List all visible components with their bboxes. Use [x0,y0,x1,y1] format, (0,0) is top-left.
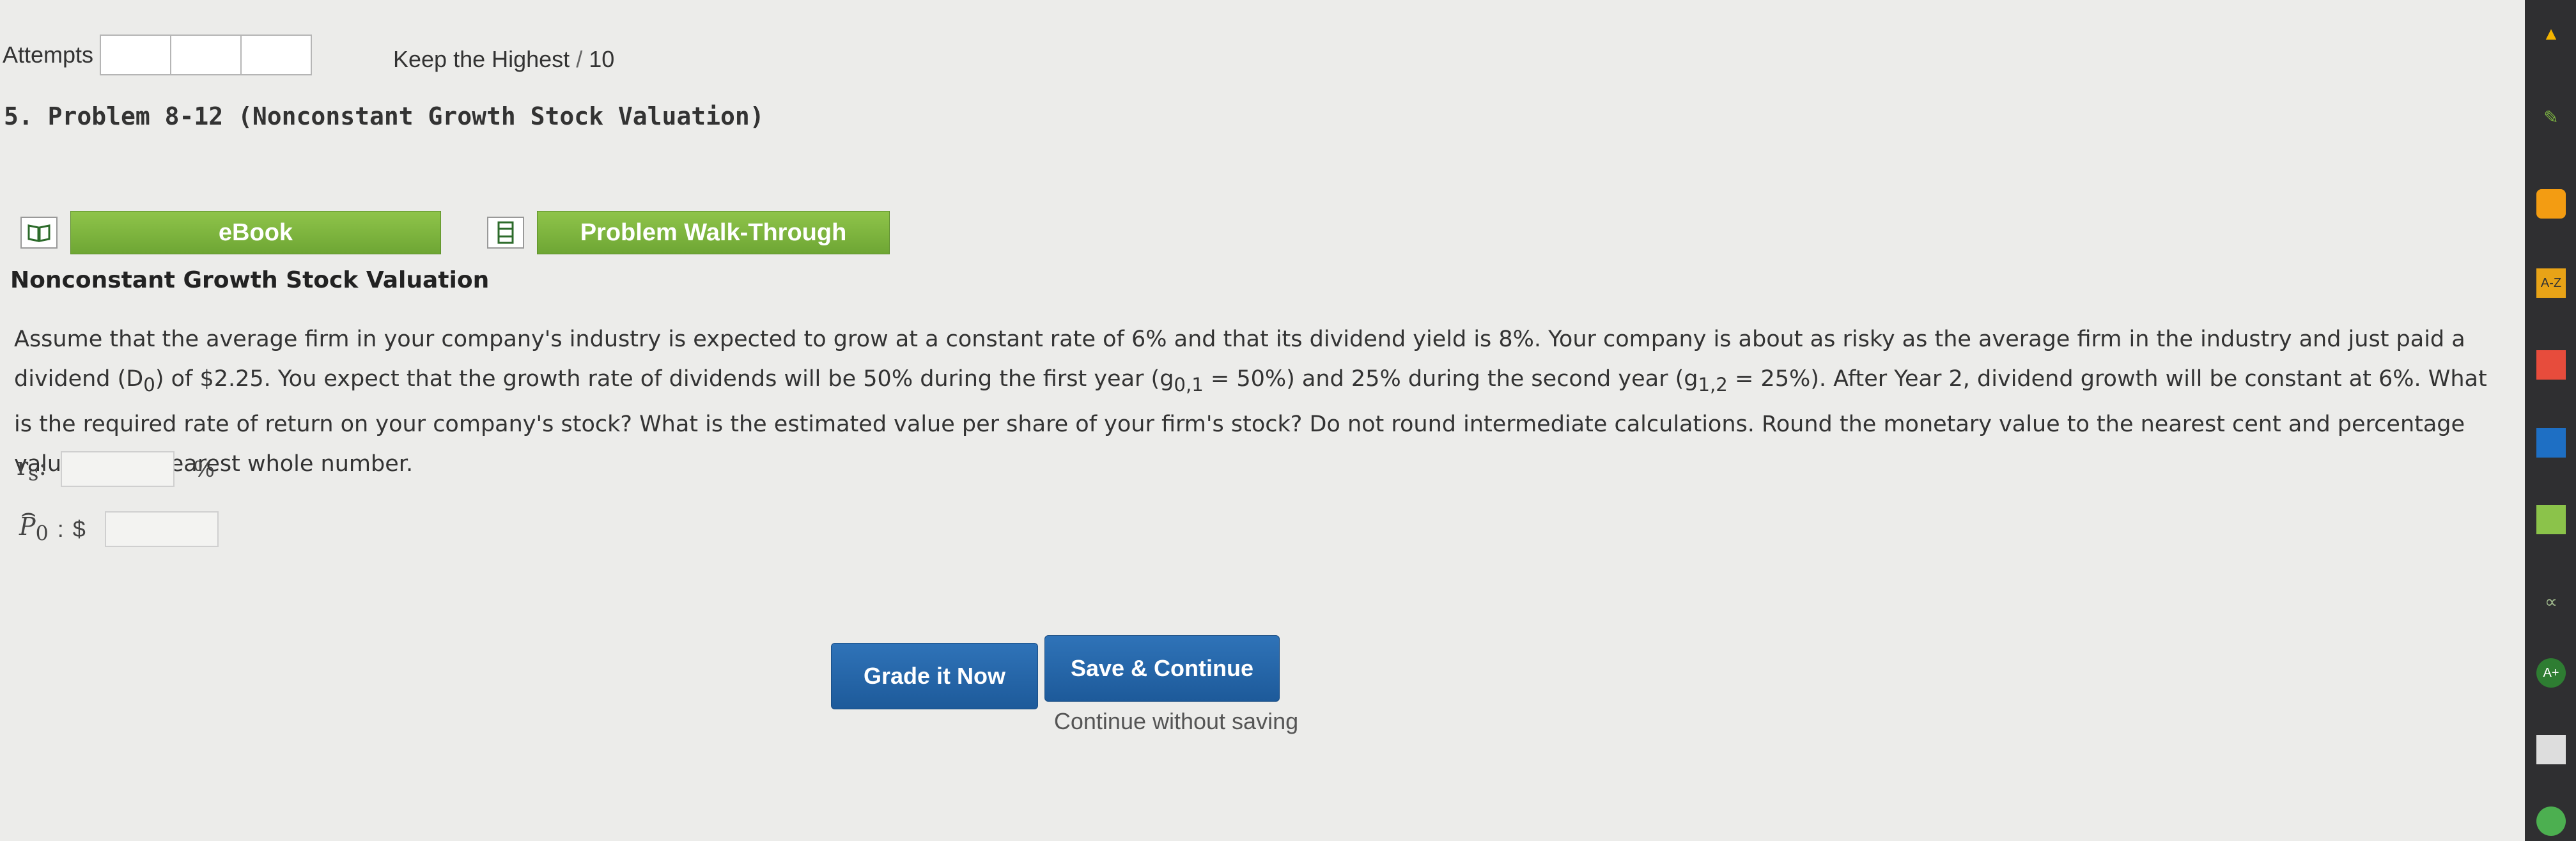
hat-accent: ⌢ [20,498,37,527]
p0-colon: : [57,516,64,542]
section-title: Nonconstant Growth Stock Valuation [10,267,490,293]
question-part-2: ) of $2.25. You expect that the growth r… [155,366,1174,392]
rs-letter: r [17,452,29,481]
grade-icon[interactable]: A+ [2536,658,2566,688]
assignment-page: Attempts Keep the Highest/10 5. Problem … [0,0,2525,841]
save-continue-button[interactable]: Save & Continue [1044,635,1280,702]
audio-icon[interactable]: ∝ [2536,587,2566,616]
pen-icon[interactable]: ✎ [2536,102,2566,132]
keep-highest-label: Keep the Highest [393,46,570,72]
walkthrough-button[interactable]: Problem Walk-Through [537,211,890,254]
book-icon[interactable] [2536,428,2566,458]
rs-colon: : [38,452,47,481]
attempts-tracker: Attempts [3,35,313,75]
az-icon[interactable]: A-Z [2536,268,2566,298]
p0-answer-row: ⌢ P0 : $ [19,498,219,547]
d0-subscript: 0 [143,374,155,396]
open-book-icon [20,217,58,249]
grade-it-now-button[interactable]: Grade it Now [831,643,1038,709]
score-policy: Keep the Highest/10 [393,46,614,73]
rs-answer-row: rs: % [17,451,214,487]
attempts-label: Attempts [3,42,94,68]
walkthrough-resource[interactable]: Problem Walk-Through [487,211,890,254]
rss-icon[interactable] [2536,189,2566,219]
extension-sidebar: ▲ ✎ A-Z ∝ A+ [2525,0,2576,841]
drive-icon[interactable]: ▲ [2536,19,2566,49]
keep-separator: / [576,46,583,72]
dollar-unit: $ [72,516,86,542]
p0-label: ⌢ P0 [19,498,49,546]
p0-input[interactable] [104,511,219,547]
highlighter-icon[interactable] [2536,505,2566,534]
key-icon[interactable] [2536,350,2566,380]
question-text: Assume that the average firm in your com… [14,320,2488,484]
attempt-box-2 [170,35,242,75]
ebook-resource[interactable]: eBook [20,211,441,254]
problem-title: 5. Problem 8-12 (Nonconstant Growth Stoc… [4,102,764,130]
attempt-box-3 [240,35,313,75]
extension-icon[interactable] [2536,806,2566,836]
ebook-button[interactable]: eBook [70,211,441,254]
film-strip-icon [487,217,524,249]
question-part-3: = 50%) and 25% during the second year (g [1203,366,1698,392]
max-points: 10 [589,46,615,72]
p0-subscript: 0 [35,522,49,546]
g2-subscript: 1,2 [1698,374,1728,396]
notes-icon[interactable] [2536,735,2566,764]
continue-without-saving-link[interactable]: Continue without saving [1044,708,1308,735]
rs-label: rs: [17,452,47,486]
rs-subscript: s [28,462,39,486]
percent-unit: % [194,456,215,482]
rs-input[interactable] [61,451,175,487]
attempt-box-1 [100,35,172,75]
g1-subscript: 0,1 [1174,374,1204,396]
